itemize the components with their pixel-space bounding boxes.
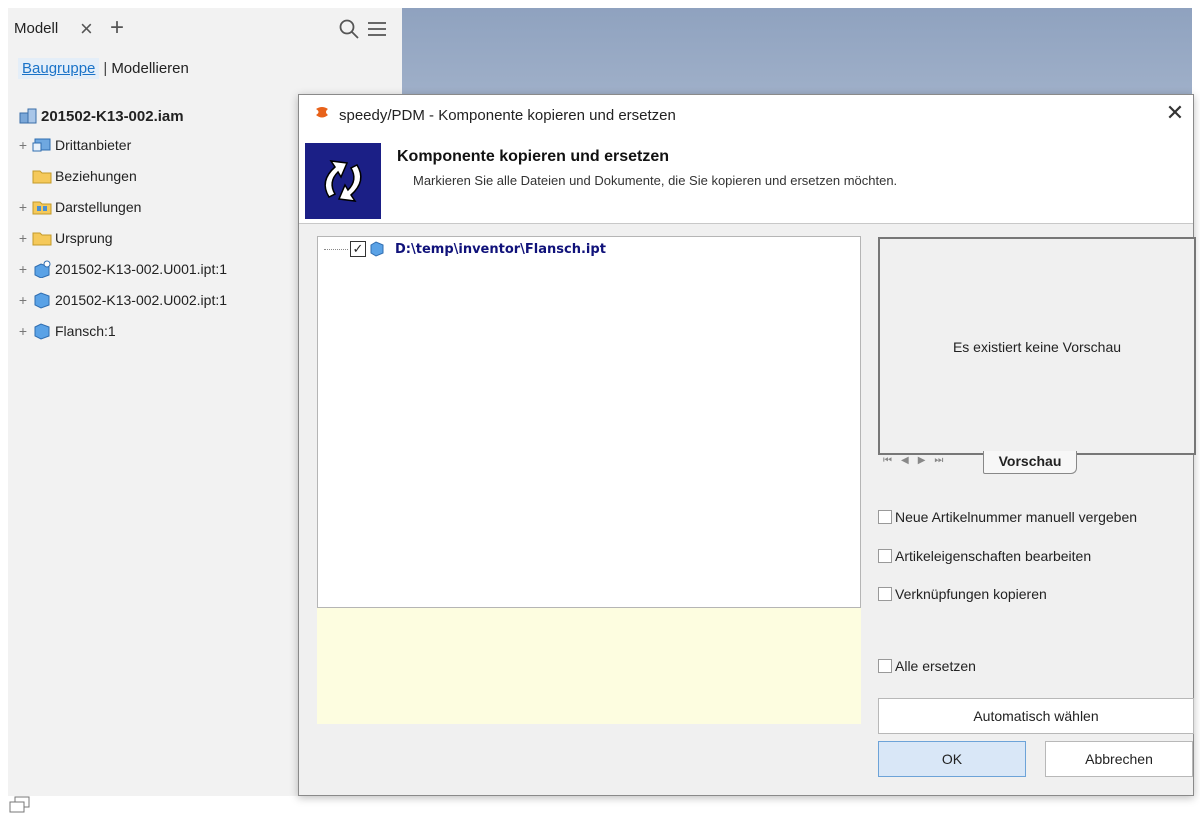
tree-root-item[interactable]: 201502-K13-002.iam <box>16 104 184 128</box>
copy-replace-icon <box>305 143 381 219</box>
ok-button[interactable]: OK <box>878 741 1026 777</box>
add-tab-icon[interactable]: + <box>110 14 124 42</box>
subtab-separator: | <box>103 60 108 77</box>
browser-tab-model[interactable]: Modell <box>14 20 58 37</box>
expand-icon[interactable]: + <box>16 230 30 246</box>
menu-icon[interactable] <box>366 18 388 40</box>
option-edit-article-properties[interactable]: Artikeleigenschaften bearbeiten <box>878 548 1091 564</box>
file-checkbox[interactable]: ✓ <box>350 241 366 257</box>
preview-pane: Es existiert keine Vorschau <box>878 237 1196 455</box>
tree-item-u001[interactable]: + 201502-K13-002.U001.ipt:1 <box>16 257 227 281</box>
file-list-tree[interactable]: ✓ D:\temp\inventor\Flansch.ipt <box>317 236 861 608</box>
part-file-icon <box>370 241 384 257</box>
option-label: Verknüpfungen kopieren <box>895 586 1047 602</box>
tree-item-label: Flansch:1 <box>55 323 116 339</box>
tree-item-label: Darstellungen <box>55 199 142 215</box>
banner-subtitle: Markieren Sie alle Dateien und Dokumente… <box>413 173 898 188</box>
option-replace-all[interactable]: Alle ersetzen <box>878 658 976 674</box>
expand-icon[interactable]: + <box>16 323 30 339</box>
file-tree-item[interactable]: ✓ D:\temp\inventor\Flansch.ipt <box>324 241 606 257</box>
tree-item-beziehungen[interactable]: Beziehungen <box>16 164 137 188</box>
third-party-icon <box>32 138 51 152</box>
tree-item-label: 201502-K13-002.U002.ipt:1 <box>55 292 228 308</box>
browser-header: Modell × + <box>8 8 402 48</box>
close-tab-icon[interactable]: × <box>80 16 93 42</box>
preview-nav-arrows[interactable]: ⏮◀▶⏭ <box>883 455 952 466</box>
file-path-label: D:\temp\inventor\Flansch.ipt <box>395 241 606 257</box>
subtab-baugruppe[interactable]: Baugruppe <box>18 58 100 79</box>
folder-icon <box>32 170 52 184</box>
tree-item-label: Beziehungen <box>55 168 137 184</box>
auto-select-button[interactable]: Automatisch wählen <box>878 698 1194 734</box>
option-new-article-number[interactable]: Neue Artikelnummer manuell vergeben <box>878 509 1137 525</box>
option-label: Neue Artikelnummer manuell vergeben <box>895 509 1138 525</box>
option-copy-links[interactable]: Verknüpfungen kopieren <box>878 586 1047 602</box>
dialog-title: speedy/PDM - Komponente kopieren und ers… <box>339 107 676 124</box>
info-panel <box>317 608 861 724</box>
window-restore-icon[interactable] <box>8 796 32 814</box>
preview-message: Es existiert keine Vorschau <box>952 339 1122 355</box>
part-link-icon <box>34 260 51 278</box>
part-icon <box>34 292 50 309</box>
dialog-banner: Komponente kopieren und ersetzen Markier… <box>299 135 1193 224</box>
tree-item-label: 201502-K13-002.iam <box>41 107 184 125</box>
speedy-logo-icon <box>316 107 328 118</box>
assembly-icon <box>19 108 37 124</box>
search-icon[interactable] <box>338 18 360 40</box>
expand-icon[interactable]: + <box>16 137 30 153</box>
browser-subtabs: Baugruppe | Modellieren <box>18 58 189 79</box>
tree-item-label: Ursprung <box>55 230 113 246</box>
tree-item-darstellungen[interactable]: + Darstellungen <box>16 195 141 219</box>
tree-item-ursprung[interactable]: + Ursprung <box>16 226 113 250</box>
subtab-modellieren[interactable]: Modellieren <box>111 60 189 77</box>
expand-icon[interactable]: + <box>16 199 30 215</box>
tree-item-label: Drittanbieter <box>55 137 132 153</box>
tree-connector <box>324 248 348 250</box>
copy-replace-dialog: speedy/PDM - Komponente kopieren und ers… <box>298 94 1196 796</box>
option-label: Alle ersetzen <box>895 658 976 674</box>
tree-item-flansch[interactable]: + Flansch:1 <box>16 319 116 343</box>
representations-folder-icon <box>32 201 52 215</box>
banner-title: Komponente kopieren und ersetzen <box>397 148 670 165</box>
dialog-titlebar[interactable]: speedy/PDM - Komponente kopieren und ers… <box>299 95 1193 135</box>
option-label: Artikeleigenschaften bearbeiten <box>895 548 1092 564</box>
part-icon <box>34 323 50 340</box>
folder-icon <box>32 232 52 246</box>
checkbox[interactable] <box>878 510 892 524</box>
expand-icon[interactable]: + <box>16 292 30 308</box>
cancel-button[interactable]: Abbrechen <box>1045 741 1193 777</box>
checkbox[interactable] <box>878 659 892 673</box>
dialog-close-button[interactable]: ✕ <box>1161 99 1189 127</box>
tab-vorschau[interactable]: Vorschau <box>983 451 1077 474</box>
expand-icon[interactable]: + <box>16 261 30 277</box>
checkbox[interactable] <box>878 587 892 601</box>
tree-item-u002[interactable]: + 201502-K13-002.U002.ipt:1 <box>16 288 227 312</box>
checkbox[interactable] <box>878 549 892 563</box>
tree-item-label: 201502-K13-002.U001.ipt:1 <box>55 261 228 277</box>
tree-item-drittanbieter[interactable]: + Drittanbieter <box>16 133 131 157</box>
